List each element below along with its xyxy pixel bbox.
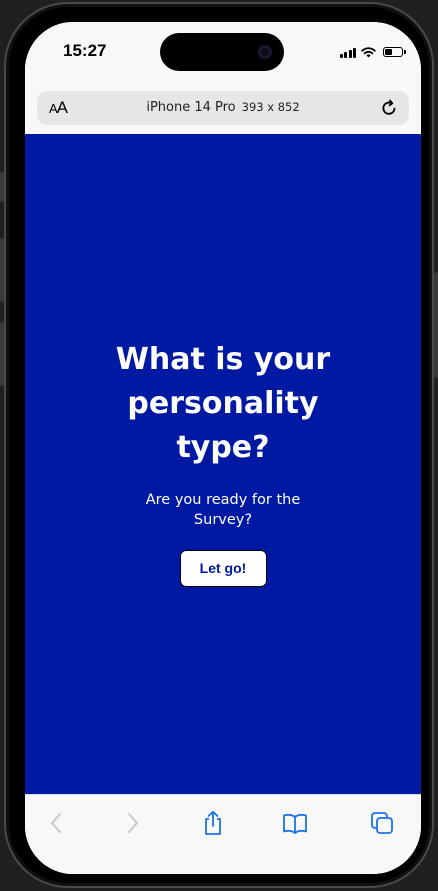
cellular-signal-icon: [339, 47, 356, 58]
status-bar: 15:27: [25, 22, 421, 84]
power-button: [434, 272, 438, 378]
page-subtitle: Are you ready for the Survey?: [145, 491, 301, 528]
phone-screen: 15:27 AA iPhone 14 Pro 393 x 852 What is…: [25, 22, 421, 874]
bookmarks-icon: [283, 813, 307, 834]
forward-icon: [128, 813, 138, 833]
start-survey-button[interactable]: Let go!: [179, 549, 267, 587]
tabs-button[interactable]: [368, 809, 396, 837]
dynamic-island: [160, 33, 284, 71]
battery-level: [385, 49, 392, 55]
wifi-icon: [361, 46, 376, 57]
status-time: 15:27: [63, 41, 107, 60]
share-icon: [205, 810, 221, 835]
camera-icon: [258, 45, 272, 59]
hero-section: What is your personality type? Are you r…: [25, 134, 421, 794]
share-button[interactable]: [199, 809, 227, 837]
viewport-size: 393 x 852: [241, 100, 300, 114]
back-button[interactable]: [42, 809, 70, 837]
browser-toolbar: [25, 794, 421, 874]
forward-button[interactable]: [119, 809, 147, 837]
tabs-icon: [371, 812, 393, 834]
battery-icon: [383, 47, 406, 57]
address-bar[interactable]: AA iPhone 14 Pro 393 x 852: [37, 91, 409, 125]
device-name: iPhone 14 Pro: [146, 100, 236, 115]
reload-icon[interactable]: [379, 98, 399, 118]
phone-frame: 15:27 AA iPhone 14 Pro 393 x 852 What is…: [4, 2, 434, 888]
bookmarks-button[interactable]: [281, 809, 309, 837]
back-icon: [51, 813, 61, 833]
page-title: What is your personality type?: [115, 341, 331, 465]
page: 15:27 AA iPhone 14 Pro 393 x 852 What is…: [0, 0, 438, 891]
device-label: iPhone 14 Pro 393 x 852: [37, 100, 409, 115]
status-icons: [339, 46, 406, 58]
